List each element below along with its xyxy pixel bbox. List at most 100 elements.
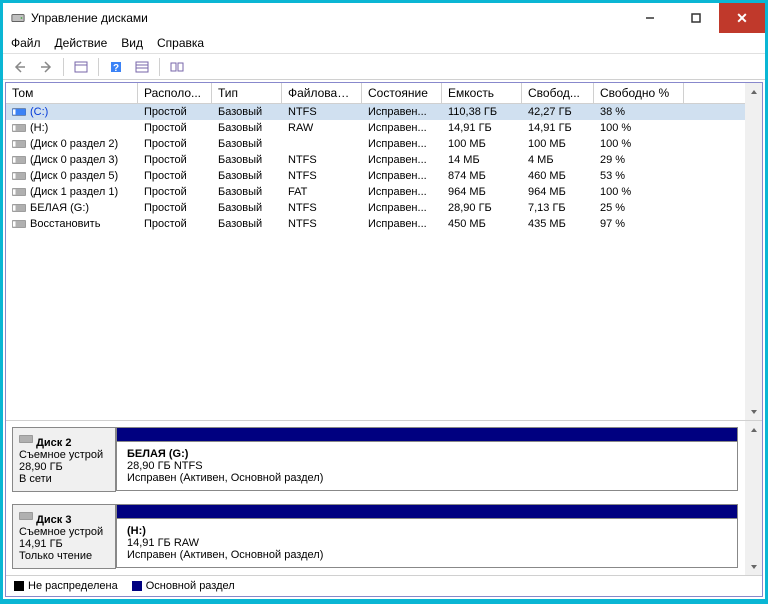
table-row[interactable]: ВосстановитьПростойБазовыйNTFSИсправен..… <box>6 216 762 232</box>
window: Управление дисками ✕ Файл Действие Вид С… <box>2 2 766 600</box>
cell: Исправен... <box>362 154 442 166</box>
toolbar-list-button[interactable] <box>131 57 153 77</box>
help-button[interactable]: ? <box>105 57 127 77</box>
partition-box[interactable]: БЕЛАЯ (G:)28,90 ГБ NTFSИсправен (Активен… <box>116 441 738 491</box>
table-row[interactable]: (C:)ПростойБазовыйNTFSИсправен...110,38 … <box>6 104 762 120</box>
menu-help[interactable]: Справка <box>157 36 204 50</box>
disk-header[interactable]: Диск 2Съемное устрой28,90 ГБВ сети <box>12 427 116 492</box>
cell: NTFS <box>282 218 362 230</box>
titlebar[interactable]: Управление дисками ✕ <box>3 3 765 33</box>
app-icon <box>11 11 25 25</box>
cell: 38 % <box>594 106 684 118</box>
menu-view[interactable]: Вид <box>121 36 143 50</box>
cell: 100 % <box>594 186 684 198</box>
maximize-button[interactable] <box>673 3 719 33</box>
cell: 4 МБ <box>522 154 594 166</box>
toolbar-view-button[interactable] <box>70 57 92 77</box>
cell: Исправен... <box>362 186 442 198</box>
cell: NTFS <box>282 106 362 118</box>
cell: Простой <box>138 218 212 230</box>
disk-graphical-view: Диск 2Съемное устрой28,90 ГБВ сетиБЕЛАЯ … <box>6 420 762 575</box>
cell: 25 % <box>594 202 684 214</box>
cell: 97 % <box>594 218 684 230</box>
legend: Не распределена Основной раздел <box>6 575 762 596</box>
cell: Базовый <box>212 202 282 214</box>
partition-bar <box>116 504 738 518</box>
column-header[interactable]: Файловая с... <box>282 83 362 103</box>
content: ТомРасполо...ТипФайловая с...СостояниеЕм… <box>5 82 763 597</box>
scroll-up-icon[interactable] <box>745 83 762 100</box>
column-header[interactable]: Свободно % <box>594 83 684 103</box>
cell: (H:) <box>6 122 138 134</box>
cell: 964 МБ <box>522 186 594 198</box>
cell: Базовый <box>212 154 282 166</box>
disk-header[interactable]: Диск 3Съемное устрой14,91 ГБТолько чтени… <box>12 504 116 569</box>
cell: Базовый <box>212 122 282 134</box>
cell: 28,90 ГБ <box>442 202 522 214</box>
cell: Базовый <box>212 170 282 182</box>
forward-button[interactable] <box>35 57 57 77</box>
cell: FAT <box>282 186 362 198</box>
menu-file[interactable]: Файл <box>11 36 41 50</box>
table-row[interactable]: (Диск 0 раздел 5)ПростойБазовыйNTFSИспра… <box>6 168 762 184</box>
partition-box[interactable]: (H:)14,91 ГБ RAWИсправен (Активен, Основ… <box>116 518 738 568</box>
lower-scrollbar[interactable] <box>745 421 762 575</box>
cell: Исправен... <box>362 138 442 150</box>
cell: 14,91 ГБ <box>522 122 594 134</box>
table-row[interactable]: БЕЛАЯ (G:)ПростойБазовыйNTFSИсправен...2… <box>6 200 762 216</box>
column-header[interactable]: Свобод... <box>522 83 594 103</box>
toolbar: ? <box>3 54 765 80</box>
column-header[interactable]: Емкость <box>442 83 522 103</box>
minimize-button[interactable] <box>627 3 673 33</box>
cell: 460 МБ <box>522 170 594 182</box>
menubar: Файл Действие Вид Справка <box>3 33 765 54</box>
toolbar-detail-button[interactable] <box>166 57 188 77</box>
window-title: Управление дисками <box>31 11 627 25</box>
cell: Простой <box>138 154 212 166</box>
cell: 100 МБ <box>522 138 594 150</box>
cell: (C:) <box>6 106 138 118</box>
legend-unallocated: Не распределена <box>14 580 118 592</box>
cell: Простой <box>138 122 212 134</box>
svg-text:?: ? <box>113 63 119 74</box>
cell: 964 МБ <box>442 186 522 198</box>
scroll-down-icon[interactable] <box>745 558 762 575</box>
cell: 7,13 ГБ <box>522 202 594 214</box>
partition-area[interactable]: БЕЛАЯ (G:)28,90 ГБ NTFSИсправен (Активен… <box>116 427 738 492</box>
table-header: ТомРасполо...ТипФайловая с...СостояниеЕм… <box>6 83 762 104</box>
cell: (Диск 1 раздел 1) <box>6 186 138 198</box>
column-header[interactable]: Располо... <box>138 83 212 103</box>
table-row[interactable]: (Диск 1 раздел 1)ПростойБазовыйFATИсправ… <box>6 184 762 200</box>
cell: NTFS <box>282 202 362 214</box>
cell: Простой <box>138 138 212 150</box>
cell: БЕЛАЯ (G:) <box>6 202 138 214</box>
disk-row: Диск 2Съемное устрой28,90 ГБВ сетиБЕЛАЯ … <box>6 421 762 498</box>
cell: Базовый <box>212 138 282 150</box>
column-header[interactable]: Тип <box>212 83 282 103</box>
cell: Простой <box>138 106 212 118</box>
column-header[interactable]: Состояние <box>362 83 442 103</box>
column-header[interactable]: Том <box>6 83 138 103</box>
cell: 100 МБ <box>442 138 522 150</box>
upper-scrollbar[interactable] <box>745 83 762 420</box>
back-button[interactable] <box>9 57 31 77</box>
cell: (Диск 0 раздел 2) <box>6 138 138 150</box>
cell: 42,27 ГБ <box>522 106 594 118</box>
scroll-down-icon[interactable] <box>745 403 762 420</box>
scroll-up-icon[interactable] <box>745 421 762 438</box>
table-row[interactable]: (Диск 0 раздел 2)ПростойБазовый Исправен.… <box>6 136 762 152</box>
cell: 874 МБ <box>442 170 522 182</box>
partition-area[interactable]: (H:)14,91 ГБ RAWИсправен (Активен, Основ… <box>116 504 738 569</box>
cell: 14,91 ГБ <box>442 122 522 134</box>
close-button[interactable]: ✕ <box>719 3 765 33</box>
cell: Восстановить <box>6 218 138 230</box>
cell: 100 % <box>594 138 684 150</box>
table-row[interactable]: (H:)ПростойБазовыйRAWИсправен...14,91 ГБ… <box>6 120 762 136</box>
cell: 53 % <box>594 170 684 182</box>
cell: Базовый <box>212 106 282 118</box>
cell: (Диск 0 раздел 5) <box>6 170 138 182</box>
table-row[interactable]: (Диск 0 раздел 3)ПростойБазовыйNTFSИспра… <box>6 152 762 168</box>
menu-action[interactable]: Действие <box>55 36 108 50</box>
cell: NTFS <box>282 154 362 166</box>
cell: 450 МБ <box>442 218 522 230</box>
